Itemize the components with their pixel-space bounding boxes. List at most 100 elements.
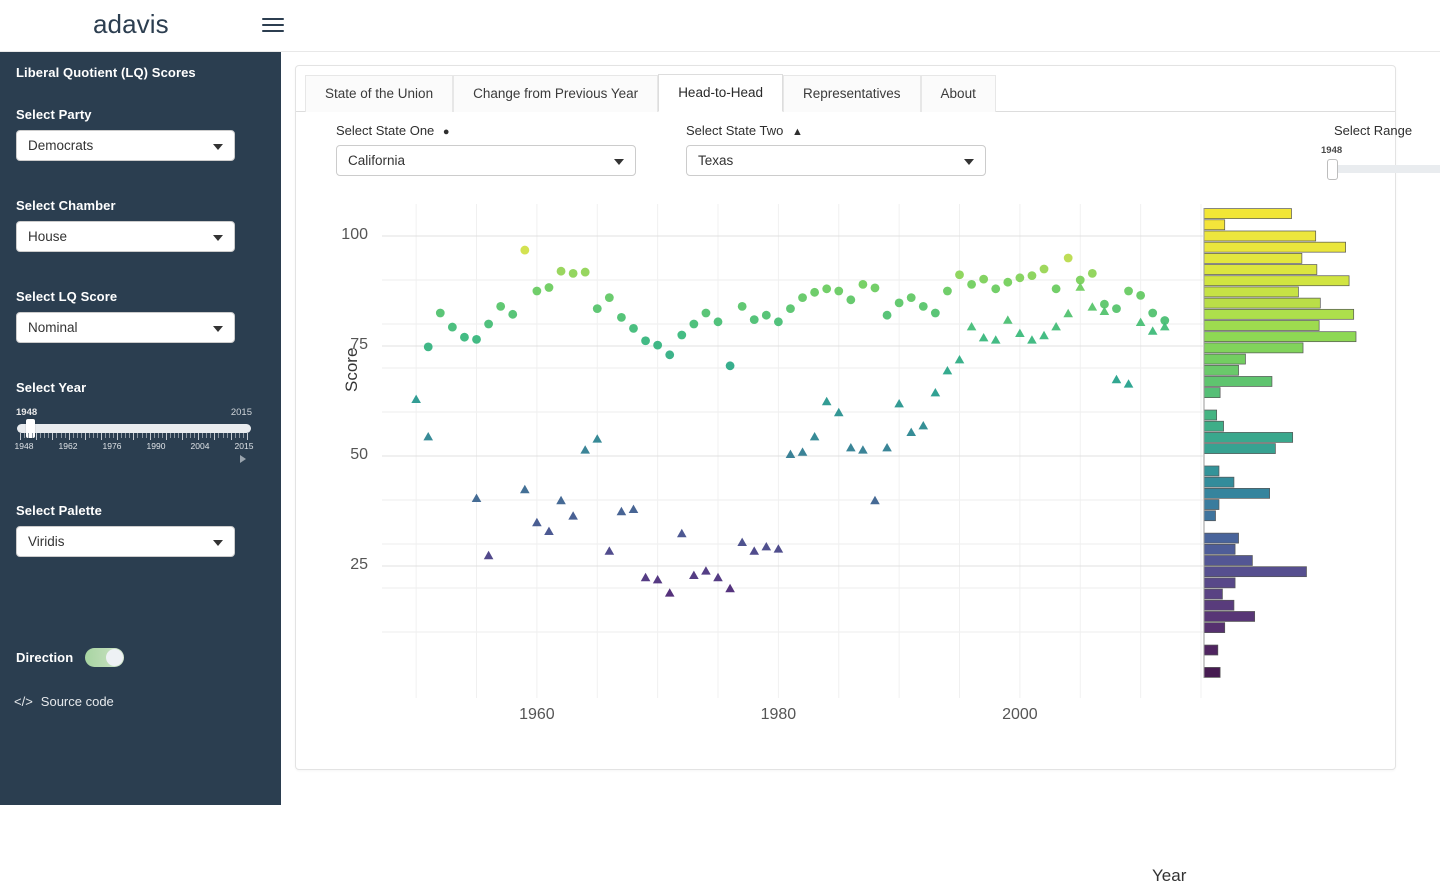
histogram-bar (1204, 242, 1346, 252)
year-slider-tick (81, 433, 82, 438)
data-point-circle (979, 275, 988, 284)
histogram-bar (1204, 623, 1225, 633)
source-code-label: Source code (41, 694, 114, 709)
year-slider-tick (142, 433, 143, 438)
year-slider-tick (113, 433, 114, 438)
data-point-triangle (713, 573, 723, 581)
data-point-circle (991, 284, 1000, 293)
year-slider-tick (133, 433, 134, 440)
source-code-link[interactable]: </> Source code (14, 694, 114, 709)
year-slider-tick (36, 433, 37, 440)
data-point-triangle (1015, 329, 1025, 337)
data-point-triangle (423, 432, 433, 440)
data-point-circle (1112, 304, 1121, 313)
year-slider-tick (32, 433, 33, 438)
year-slider-tick-label: 1948 (15, 441, 34, 451)
year-slider-track[interactable] (17, 424, 251, 433)
year-slider-value-right: 2015 (231, 407, 252, 418)
year-slider-tick (93, 433, 94, 438)
data-point-triangle (1148, 326, 1158, 334)
data-point-triangle (762, 542, 772, 550)
select-state-one-value: California (348, 153, 405, 168)
y-axis-tick-label: 100 (322, 226, 368, 244)
year-slider-tick (97, 433, 98, 438)
year-slider-tick-label: 1990 (147, 441, 166, 451)
data-point-triangle (846, 443, 856, 451)
hamburger-icon[interactable] (262, 14, 284, 36)
hamburger-bar (262, 24, 284, 26)
year-slider-ticks (20, 433, 250, 440)
year-slider-tick (166, 433, 167, 440)
tab-about[interactable]: About (921, 75, 996, 112)
data-point-circle (593, 304, 602, 313)
data-point-triangle (641, 573, 651, 581)
data-point-circle (653, 341, 662, 350)
chevron-down-icon (964, 159, 974, 165)
data-point-triangle (411, 395, 421, 403)
histogram-bar (1204, 276, 1349, 286)
data-point-circle (1003, 278, 1012, 287)
x-axis-tick-label: 2000 (985, 706, 1055, 724)
tab-change-from-previous-year[interactable]: Change from Previous Year (453, 75, 658, 112)
year-slider-tick (85, 433, 86, 440)
year-slider-tick (121, 433, 122, 438)
select-party-dropdown[interactable]: Democrats (16, 130, 235, 161)
year-slider-tick (44, 433, 45, 438)
x-axis-label: Year (1152, 866, 1186, 886)
data-point-circle (472, 335, 481, 344)
tab-representatives[interactable]: Representatives (783, 75, 921, 112)
data-point-circle (460, 333, 469, 342)
play-icon[interactable] (240, 455, 246, 463)
year-slider-tick (77, 433, 78, 438)
year-slider-tick (186, 433, 187, 438)
year-slider-tick (61, 433, 62, 438)
select-palette-value: Viridis (28, 534, 65, 549)
histogram-bar (1204, 578, 1235, 588)
data-point-triangle (1124, 379, 1134, 387)
data-point-triangle (629, 505, 639, 513)
select-palette-label: Select Palette (16, 503, 236, 518)
chevron-down-icon (213, 144, 223, 150)
year-slider-tick (198, 433, 199, 440)
data-point-triangle (955, 355, 965, 363)
select-state-two-dropdown[interactable]: Texas (686, 145, 986, 176)
year-slider-tick (154, 433, 155, 438)
tab-head-to-head[interactable]: Head-to-Head (658, 74, 783, 112)
year-slider-tick (117, 433, 118, 440)
data-point-triangle (568, 511, 578, 519)
sidebar-control-chamber: Select Chamber House (16, 198, 236, 252)
direction-toggle[interactable] (85, 648, 124, 667)
data-point-triangle (1039, 331, 1049, 339)
select-chamber-dropdown[interactable]: House (16, 221, 235, 252)
data-point-circle (1028, 271, 1037, 280)
range-slider-handle-min[interactable] (1327, 159, 1338, 180)
chevron-down-icon (213, 326, 223, 332)
data-point-triangle (544, 527, 554, 535)
data-point-triangle (520, 485, 530, 493)
data-point-circle (1124, 287, 1133, 296)
data-point-circle (931, 309, 940, 318)
toggle-knob (106, 649, 123, 666)
select-palette-dropdown[interactable]: Viridis (16, 526, 235, 557)
select-state-one-label: Select State One (336, 123, 434, 138)
select-lq-score-dropdown[interactable]: Nominal (16, 312, 235, 343)
range-slider-track[interactable] (1328, 165, 1440, 173)
data-point-circle (714, 317, 723, 326)
data-point-triangle (1063, 309, 1073, 317)
histogram-bar (1204, 444, 1275, 454)
data-point-triangle (918, 421, 928, 429)
range-min-label: 1948 (1321, 145, 1342, 156)
data-point-circle (762, 311, 771, 320)
data-point-circle (883, 311, 892, 320)
select-state-one-dropdown[interactable]: California (336, 145, 636, 176)
data-point-triangle (991, 335, 1001, 343)
year-slider-tick (52, 433, 53, 440)
year-slider-tick (235, 433, 236, 438)
app-brand[interactable]: adavis (93, 9, 169, 40)
year-slider-tick (214, 433, 215, 440)
tab-state-of-the-union[interactable]: State of the Union (305, 75, 453, 112)
year-slider-tick (24, 433, 25, 438)
data-point-triangle (1027, 335, 1037, 343)
triangle-marker-icon: ▲ (792, 126, 803, 138)
data-point-circle (677, 331, 686, 340)
